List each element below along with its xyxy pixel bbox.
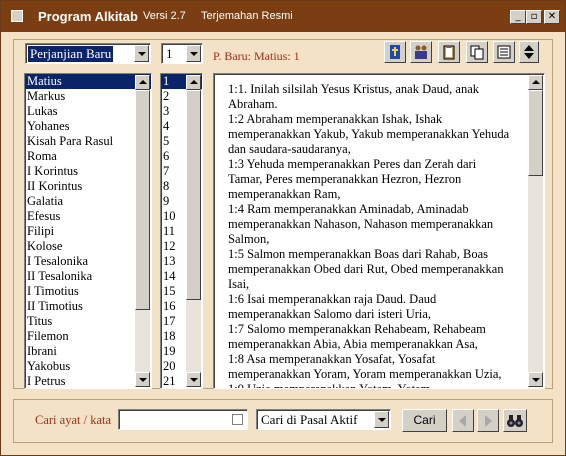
bible-button[interactable] [384, 41, 406, 63]
search-button[interactable]: Cari [402, 409, 447, 432]
clipboard-icon [443, 45, 455, 60]
app-version: Versi 2.7 [143, 10, 186, 22]
book-list-item[interactable]: Galatia [25, 194, 151, 209]
verse-scrollbar[interactable] [528, 75, 543, 387]
verse-text-area[interactable]: 1:1. Inilah silsilah Yesus Kristus, anak… [213, 73, 545, 389]
title-bar[interactable]: Program Alkitab Versi 2.7 Terjemahan Res… [1, 1, 565, 32]
scroll-down-button[interactable] [528, 372, 543, 387]
verse: 1:7 Salomo memperanakkan Rehabeam, Rehab… [228, 322, 486, 351]
book-list-item[interactable]: Kolose [25, 239, 151, 254]
search-label: Cari ayat / kata [35, 413, 112, 427]
book-list-item[interactable]: Filipi [25, 224, 151, 239]
verse: 1:6 Isai memperanakkan raja Daud. Daud m… [228, 292, 437, 321]
up-down-button[interactable] [519, 41, 539, 63]
book-list-item[interactable]: Matius [25, 74, 151, 89]
book-list-item[interactable]: Yohanes [25, 119, 151, 134]
restore-button[interactable]: ▫ [526, 10, 542, 24]
chapter-list[interactable]: 1 2 3 4 5 6 7 8 9 10 11 12 13 14 15 16 17 18 19 20 21 [160, 73, 203, 389]
verse: 1:1. Inilah silsilah Yesus Kristus, anak… [228, 82, 480, 111]
app-window: Program Alkitab Versi 2.7 Terjemahan Res… [0, 0, 566, 456]
scroll-up-button[interactable] [186, 75, 201, 90]
next-icon [485, 415, 492, 427]
chapter-dropdown-button[interactable] [186, 45, 201, 62]
book-list-item[interactable]: Yakobus [25, 359, 151, 374]
book-list-item[interactable]: Lukas [25, 104, 151, 119]
search-input[interactable] [118, 409, 248, 430]
book-list-item[interactable]: Efesus [25, 209, 151, 224]
verse: 1:5 Salmon memperanakkan Boas dari Rahab… [228, 247, 504, 291]
verse: 1:9 Uzia memperanakkan Yotam, Yotam memp… [228, 382, 431, 389]
clipboard-button[interactable] [438, 41, 460, 63]
app-subtitle: Terjemahan Resmi [201, 10, 293, 22]
book-list-item[interactable]: Kisah Para Rasul [25, 134, 151, 149]
app-title: Program Alkitab [38, 9, 138, 24]
verse: 1:8 Asa memperanakkan Yosafat, Yosafat m… [228, 352, 502, 381]
scroll-thumb[interactable] [528, 90, 543, 176]
close-button[interactable]: ✕ [544, 10, 560, 24]
up-down-icon [524, 45, 534, 59]
chapter-select-value: 1 [166, 46, 173, 61]
book-list-item[interactable]: I Timotius [25, 284, 151, 299]
people-icon [415, 45, 427, 59]
scroll-up-button[interactable] [528, 75, 543, 90]
prev-result-button[interactable] [452, 409, 474, 432]
book-list-item[interactable]: Filemon [25, 329, 151, 344]
scroll-up-button[interactable] [135, 75, 150, 90]
verse: 1:4 Ram memperanakkan Aminadab, Aminadab… [228, 202, 494, 246]
book-list-item[interactable]: I Korintus [25, 164, 151, 179]
minimize-icon: _ [515, 11, 521, 22]
chapter-list-scrollbar[interactable] [186, 75, 201, 387]
find-button[interactable] [503, 409, 527, 432]
scroll-thumb[interactable] [186, 90, 201, 300]
book-list-item[interactable]: II Timotius [25, 299, 151, 314]
book-list-scrollbar[interactable] [135, 75, 150, 387]
scroll-down-button[interactable] [186, 372, 201, 387]
search-scope-value: Cari di Pasal Aktif [261, 412, 358, 427]
verse-text: 1:1. Inilah silsilah Yesus Kristus, anak… [228, 82, 512, 389]
minimize-button[interactable]: _ [510, 10, 526, 24]
verse: 1:2 Abraham memperanakkan Ishak, Ishak m… [228, 112, 510, 156]
testament-dropdown-button[interactable] [134, 45, 149, 62]
search-scope-select[interactable]: Cari di Pasal Aktif [256, 409, 391, 430]
book-list-item[interactable]: I Tesalonika [25, 254, 151, 269]
current-reference: P. Baru: Matius: 1 [213, 49, 300, 63]
previous-icon [459, 415, 466, 427]
scroll-thumb[interactable] [135, 90, 150, 310]
book-list-item[interactable]: I Petrus [25, 374, 151, 388]
book-list-item[interactable]: II Korintus [25, 179, 151, 194]
list-button[interactable] [493, 41, 515, 63]
scroll-down-button[interactable] [135, 372, 150, 387]
book-list-item[interactable]: II Tesalonika [25, 269, 151, 284]
book-list[interactable]: Matius Markus Lukas Yohanes Kisah Para Rasul… [24, 73, 152, 389]
book-list-item[interactable]: Ibrani [25, 344, 151, 359]
chapter-select[interactable]: 1 [161, 43, 203, 64]
bible-icon [390, 45, 400, 59]
book-list-item[interactable]: Markus [25, 89, 151, 104]
testament-select[interactable]: Perjanjian Baru [25, 43, 151, 64]
list-icon [497, 45, 511, 59]
copy-icon [470, 45, 484, 60]
next-result-button[interactable] [477, 409, 499, 432]
search-scope-dropdown-button[interactable] [374, 411, 389, 428]
restore-icon: ▫ [530, 11, 538, 22]
close-icon: ✕ [547, 11, 557, 22]
search-checkbox[interactable] [232, 414, 243, 425]
verse: 1:3 Yehuda memperanakkan Peres dan Zerah… [228, 157, 477, 201]
book-list-item[interactable]: Titus [25, 314, 151, 329]
binoculars-icon [507, 415, 523, 427]
testament-select-value: Perjanjian Baru [28, 46, 114, 62]
book-list-item[interactable]: Roma [25, 149, 151, 164]
copy-button[interactable] [466, 41, 488, 63]
people-button[interactable] [410, 41, 432, 63]
system-menu-icon[interactable] [11, 10, 23, 22]
